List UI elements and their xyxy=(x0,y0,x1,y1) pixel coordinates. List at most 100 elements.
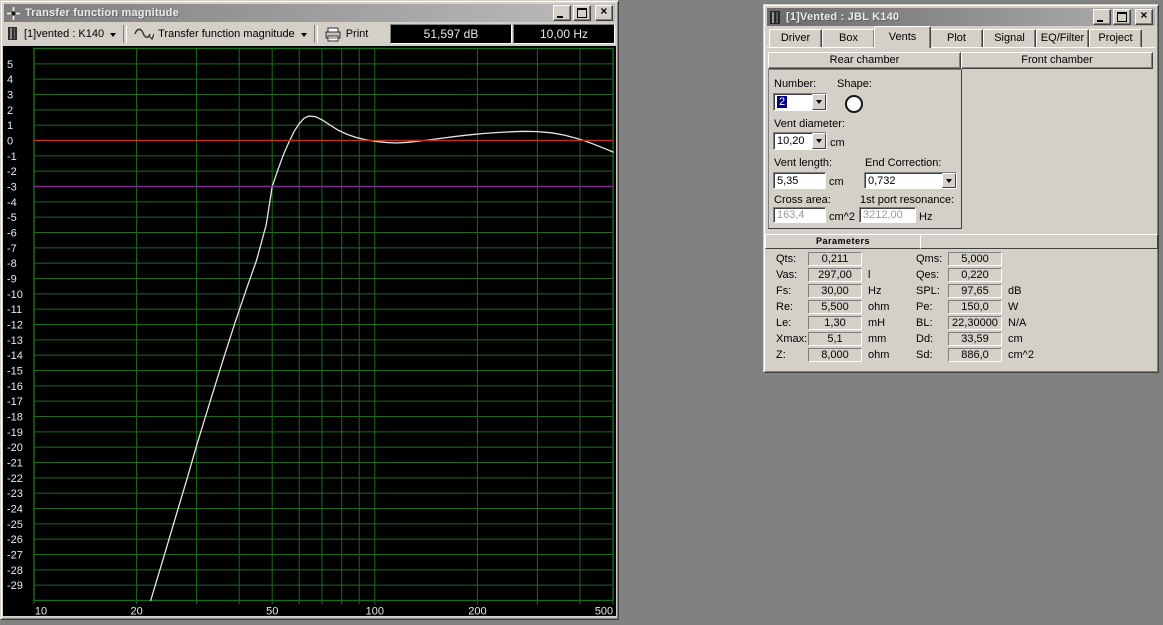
parameter-unit: dB xyxy=(1008,285,1021,297)
vent-diameter-unit: cm xyxy=(830,137,845,149)
parameter-label: Sd: xyxy=(916,349,948,361)
parameter-value-field[interactable]: 97,65 xyxy=(948,284,1002,298)
parameter-label: Le: xyxy=(776,317,808,329)
vent-length-field[interactable]: 5,35 xyxy=(773,172,826,189)
parameter-label: SPL: xyxy=(916,285,948,297)
parameter-value-field[interactable]: 886,0 xyxy=(948,348,1002,362)
vent-diameter-combobox[interactable]: 10,20 xyxy=(773,132,827,150)
parameter-value-field[interactable]: 22,30000 xyxy=(948,316,1002,330)
parameter-row: Dd:33,59cm xyxy=(916,331,1096,347)
y-axis-label: -16 xyxy=(7,381,23,393)
tab-project[interactable]: Project xyxy=(1089,29,1142,47)
parameter-value-field[interactable]: 5,000 xyxy=(948,252,1002,266)
parameter-label: Qes: xyxy=(916,269,948,281)
design-window-titlebar[interactable]: [1]Vented : JBL K140 × xyxy=(767,8,1155,26)
plot-window-titlebar[interactable]: Transfer function magnitude × xyxy=(4,4,615,22)
parameter-unit: Hz xyxy=(868,285,881,297)
project-selector[interactable]: [1]vented : K140 xyxy=(4,24,120,44)
parameter-unit: ohm xyxy=(868,301,889,313)
vent-diameter-label: Vent diameter: xyxy=(774,118,845,130)
parameter-row: Qms:5,000 xyxy=(916,251,1096,267)
tab-vents[interactable]: Vents xyxy=(874,26,931,48)
print-button[interactable]: Print xyxy=(321,24,373,44)
minimize-button[interactable] xyxy=(553,5,571,21)
y-axis-label: -23 xyxy=(7,488,23,500)
crosshair-graph-icon xyxy=(7,7,20,20)
close-button[interactable]: × xyxy=(595,5,613,21)
parameter-label: Dd: xyxy=(916,333,948,345)
maximize-button[interactable] xyxy=(573,5,591,21)
y-axis-label: -24 xyxy=(7,504,23,516)
parameter-value-field[interactable]: 0,220 xyxy=(948,268,1002,282)
front-chamber-header[interactable]: Front chamber xyxy=(961,52,1153,69)
y-axis-label: -15 xyxy=(7,366,23,378)
parameter-value-field[interactable]: 33,59 xyxy=(948,332,1002,346)
tab-signal[interactable]: Signal xyxy=(983,29,1036,47)
port-resonance-unit: Hz xyxy=(919,211,932,223)
parameter-row: Z:8,000ohm xyxy=(776,347,911,363)
frequency-readout: 10,00 Hz xyxy=(513,24,615,44)
vent-number-combobox[interactable]: 2 xyxy=(773,93,827,111)
parameter-label: Vas: xyxy=(776,269,808,281)
graph-type-label: Transfer function magnitude xyxy=(158,28,295,40)
tab-eq-filter[interactable]: EQ/Filter xyxy=(1036,29,1089,47)
parameter-value-field[interactable]: 5,500 xyxy=(808,300,862,314)
parameter-value-field[interactable]: 8,000 xyxy=(808,348,862,362)
x-axis-label: 200 xyxy=(468,606,486,617)
parameter-row: BL:22,30000N/A xyxy=(916,315,1096,331)
combo-dropdown-button[interactable] xyxy=(812,94,826,110)
close-button[interactable]: × xyxy=(1135,9,1153,25)
x-axis-label: 500 xyxy=(595,606,613,617)
combo-dropdown-button[interactable] xyxy=(942,173,956,188)
circle-shape-icon[interactable] xyxy=(845,95,863,113)
tab-box[interactable]: Box xyxy=(822,29,875,47)
y-axis-label: -19 xyxy=(7,427,23,439)
sine-wave-icon xyxy=(134,27,154,41)
parameter-value-field[interactable]: 1,30 xyxy=(808,316,862,330)
plot-area[interactable]: -29-28-27-26-25-24-23-22-21-20-19-18-17-… xyxy=(3,46,616,616)
parameter-row: Vas:297,00l xyxy=(776,267,911,283)
port-resonance-label: 1st port resonance: xyxy=(860,194,954,206)
end-correction-value: 0,732 xyxy=(868,175,942,187)
graph-type-selector[interactable]: Transfer function magnitude xyxy=(130,24,311,44)
parameter-row: Qts:0,211 xyxy=(776,251,911,267)
transfer-function-chart[interactable]: -29-28-27-26-25-24-23-22-21-20-19-18-17-… xyxy=(3,46,616,616)
y-axis-label: -26 xyxy=(7,534,23,546)
y-axis-label: -5 xyxy=(7,212,17,224)
y-axis-label: -25 xyxy=(7,519,23,531)
parameter-value-field[interactable]: 5,1 xyxy=(808,332,862,346)
parameter-unit: cm^2 xyxy=(1008,349,1034,361)
parameter-value-field[interactable]: 297,00 xyxy=(808,268,862,282)
project-selector-label: [1]vented : K140 xyxy=(24,28,104,40)
parameter-row: Fs:30,00Hz xyxy=(776,283,911,299)
parameter-row: SPL:97,65 dB xyxy=(916,283,1096,299)
parameter-label: BL: xyxy=(916,317,948,329)
y-axis-label: 5 xyxy=(7,59,13,71)
y-axis-label: -7 xyxy=(7,243,17,255)
parameter-value-field[interactable]: 150,0 xyxy=(948,300,1002,314)
y-axis-label: -21 xyxy=(7,458,23,470)
minimize-button[interactable] xyxy=(1093,9,1111,25)
maximize-button[interactable] xyxy=(1113,9,1131,25)
end-correction-label: End Correction: xyxy=(865,157,941,169)
parameters-panel-header[interactable]: Parameters xyxy=(765,234,921,249)
vent-length-label: Vent length: xyxy=(774,157,832,169)
y-axis-label: 4 xyxy=(7,74,13,86)
combo-dropdown-button[interactable] xyxy=(812,133,826,149)
chevron-down-icon xyxy=(110,33,116,40)
chevron-down-icon xyxy=(301,33,307,40)
end-correction-combobox[interactable]: 0,732 xyxy=(864,172,957,189)
tab-driver[interactable]: Driver xyxy=(769,29,822,47)
parameter-value-field[interactable]: 30,00 xyxy=(808,284,862,298)
y-axis-label: -29 xyxy=(7,580,23,592)
toolbar-separator xyxy=(123,25,127,43)
tab-plot[interactable]: Plot xyxy=(930,29,983,47)
y-axis-label: -4 xyxy=(7,197,17,209)
parameter-row: Pe:150,0W xyxy=(916,299,1096,315)
rear-chamber-header[interactable]: Rear chamber xyxy=(768,52,961,69)
parameter-value-field[interactable]: 0,211 xyxy=(808,252,862,266)
y-axis-label: -28 xyxy=(7,565,23,577)
parameter-unit: mH xyxy=(868,317,885,329)
number-label: Number: xyxy=(774,78,816,90)
design-window: [1]Vented : JBL K140 × DriverBoxVentsPlo… xyxy=(763,4,1159,373)
